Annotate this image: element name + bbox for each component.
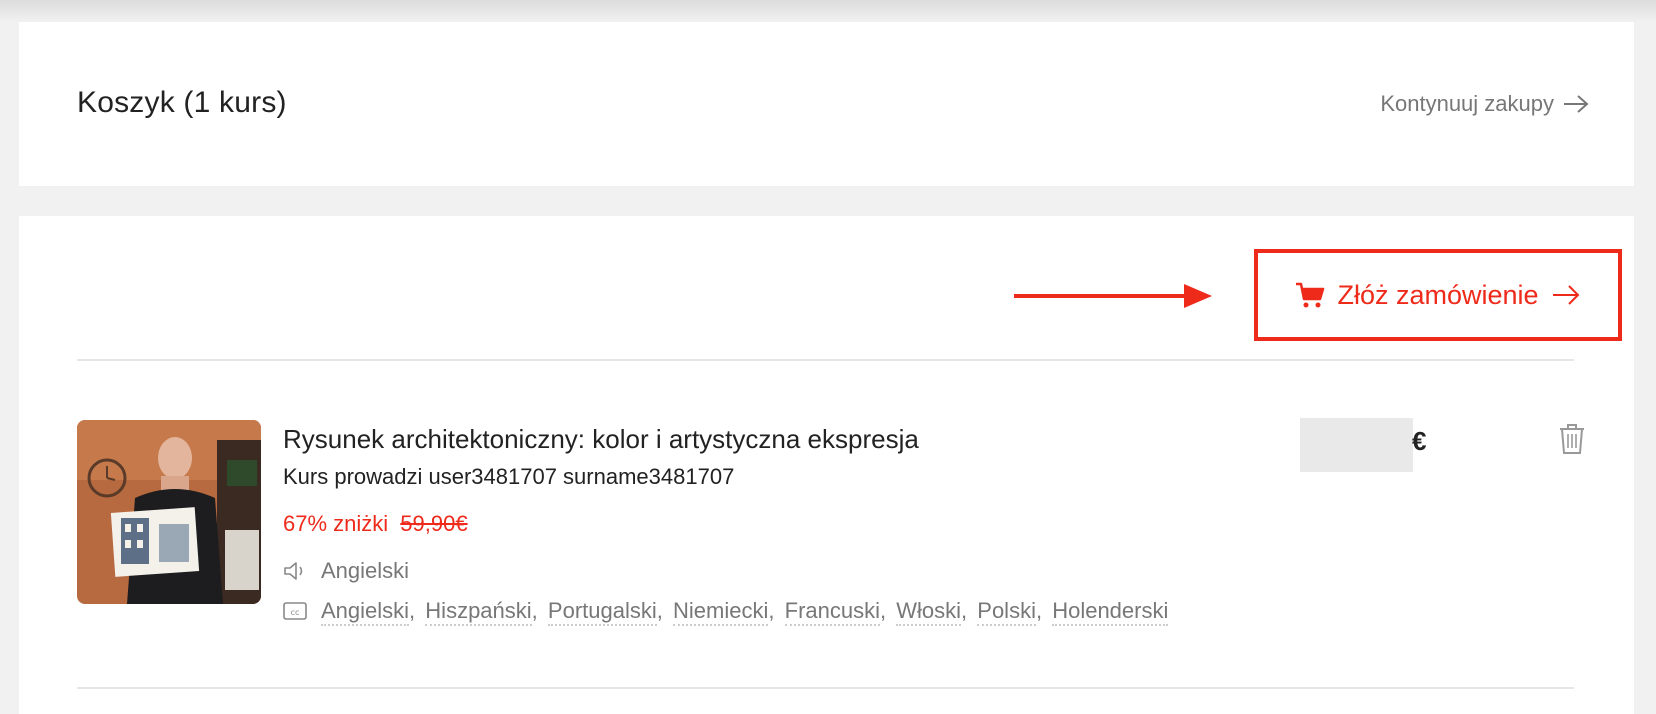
- order-highlight-box: Złóż zamówienie: [1254, 249, 1622, 341]
- audio-language: Angielski: [321, 558, 410, 583]
- cart-items-card: Złóż zamówienie Rysunek architektoniczny…: [19, 216, 1634, 714]
- subtitle-language[interactable]: Francuski: [784, 598, 880, 626]
- arrow-right-icon: [1552, 285, 1579, 305]
- speaker-icon: [284, 562, 303, 580]
- shopping-cart-icon: [1296, 282, 1325, 308]
- divider: [77, 687, 1574, 689]
- annotation-arrow: [1014, 284, 1212, 308]
- discount-info: 67% zniżki 59,90€: [283, 511, 468, 537]
- top-shadow: [0, 0, 1656, 22]
- continue-shopping-link[interactable]: Kontynuuj zakupy: [1380, 91, 1590, 117]
- subtitle-language[interactable]: Angielski: [321, 598, 410, 626]
- price-placeholder: [1300, 418, 1413, 472]
- cart-header-card: Koszyk (1 kurs) Kontynuuj zakupy: [19, 22, 1634, 186]
- subtitle-language[interactable]: Włoski: [896, 598, 962, 626]
- subtitles-row: cc Angielski, Hiszpański, Portugalski, N…: [283, 598, 1169, 626]
- subtitle-language[interactable]: Portugalski: [547, 598, 657, 626]
- course-title[interactable]: Rysunek architektoniczny: kolor i artyst…: [283, 424, 919, 455]
- place-order-button[interactable]: Złóż zamówienie: [1295, 280, 1580, 311]
- course-author: Kurs prowadzi user3481707 surname3481707: [283, 464, 735, 489]
- price-currency: €: [1412, 426, 1427, 456]
- continue-shopping-label: Kontynuuj zakupy: [1380, 91, 1554, 116]
- page-title: Koszyk (1 kurs): [77, 86, 287, 119]
- subtitle-language[interactable]: Holenderski: [1052, 598, 1169, 626]
- audio-language-row: Angielski: [283, 558, 409, 584]
- closed-captions-icon: cc: [283, 602, 307, 620]
- subtitle-language[interactable]: Polski: [977, 598, 1036, 626]
- discount-percent: 67% zniżki: [283, 511, 389, 536]
- divider: [77, 359, 1574, 361]
- svg-text:cc: cc: [291, 608, 300, 617]
- course-thumbnail[interactable]: [77, 420, 261, 604]
- subtitle-language[interactable]: Niemiecki: [673, 598, 769, 626]
- trash-icon[interactable]: [1559, 423, 1585, 455]
- original-price: 59,90€: [400, 511, 468, 536]
- arrow-right-icon: [1564, 95, 1589, 113]
- subtitle-language[interactable]: Hiszpański: [425, 598, 532, 626]
- place-order-label: Złóż zamówienie: [1337, 279, 1539, 310]
